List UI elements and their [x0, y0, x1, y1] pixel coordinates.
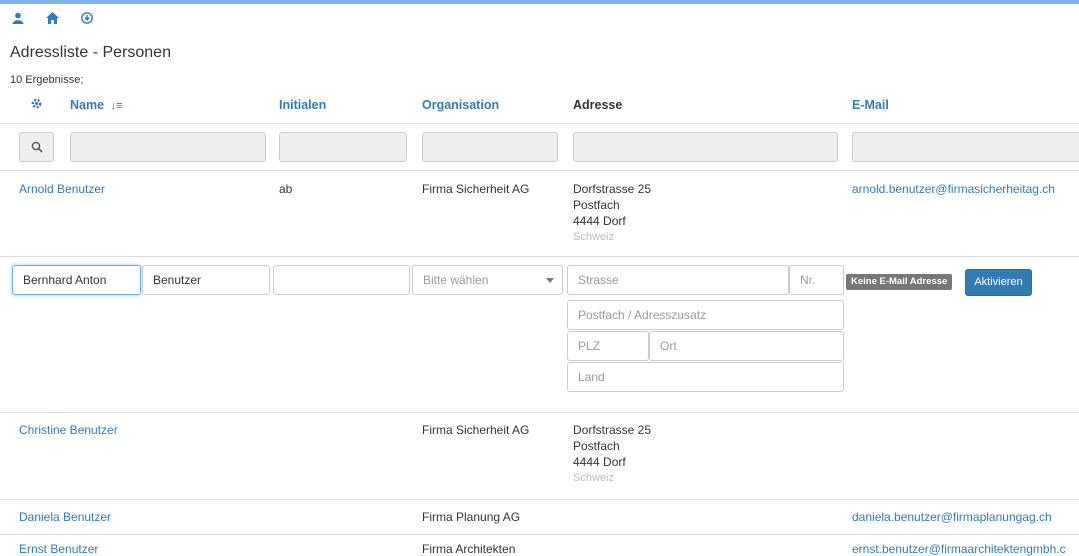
- home-icon[interactable]: [46, 12, 59, 27]
- row-name-link[interactable]: Daniela Benutzer: [19, 509, 111, 525]
- row-email-link[interactable]: arnold.benutzer@firmasicherheitag.ch: [852, 181, 1055, 197]
- row-organisation: Firma Sicherheit AG: [422, 182, 530, 196]
- filter-address-input[interactable]: [573, 132, 838, 162]
- address-line: Postfach: [573, 439, 620, 453]
- address-list-panel: Adressliste - Personen 10 Ergebnisse; Na…: [0, 4, 1079, 556]
- postbox-input[interactable]: Postfach / Adresszusatz: [567, 300, 844, 330]
- row-email-link[interactable]: ernst.benutzer@firmaarchitektengmbh.c: [852, 541, 1066, 556]
- organisation-select-placeholder: Bitte wählen: [423, 273, 489, 287]
- column-header-name[interactable]: Name ↓≡: [70, 98, 122, 112]
- address-line: 4444 Dorf: [573, 214, 626, 228]
- address-line: Dorfstrasse 25: [573, 423, 652, 437]
- search-button[interactable]: [19, 132, 54, 162]
- row-organisation: Firma Planung AG: [422, 510, 521, 524]
- column-header-initials[interactable]: Initialen: [279, 98, 326, 112]
- column-header-name-label: Name: [70, 98, 105, 112]
- row-name-link[interactable]: Ernst Benutzer: [19, 541, 98, 556]
- header-divider: [0, 123, 1079, 124]
- address-line: Schweiz: [573, 472, 614, 484]
- row-name-link[interactable]: Christine Benutzer: [19, 422, 118, 438]
- row-divider: [0, 534, 1079, 535]
- top-toolbar: [12, 12, 93, 27]
- organisation-select[interactable]: Bitte wählen: [412, 265, 563, 295]
- row-organisation: Firma Sicherheit AG: [422, 423, 530, 437]
- row-initials: ab: [279, 182, 293, 196]
- search-icon: [31, 141, 43, 153]
- gear-icon[interactable]: [30, 97, 43, 113]
- filter-name-input[interactable]: [70, 132, 266, 162]
- user-icon[interactable]: [12, 12, 24, 27]
- city-input[interactable]: Ort: [649, 331, 844, 361]
- address-line: Postfach: [573, 198, 620, 212]
- row-email-link[interactable]: daniela.benutzer@firmaplanungag.ch: [852, 509, 1052, 525]
- no-email-badge: Keine E-Mail Adresse: [846, 274, 953, 290]
- download-icon[interactable]: [81, 12, 93, 27]
- address-line: Schweiz: [573, 231, 614, 243]
- row-organisation: Firma Architekten: [422, 542, 516, 556]
- street-input[interactable]: Strasse: [567, 265, 789, 295]
- firstname-input[interactable]: Bernhard Anton: [12, 265, 141, 295]
- row-divider: [0, 412, 1079, 413]
- address-line: 4444 Dorf: [573, 455, 626, 469]
- column-header-email[interactable]: E-Mail: [852, 98, 889, 112]
- page-title: Adressliste - Personen: [10, 44, 171, 61]
- sort-icon[interactable]: ↓≡: [111, 100, 123, 112]
- row-address: Dorfstrasse 25 Postfach 4444 Dorf Schwei…: [573, 181, 651, 245]
- row-address: Dorfstrasse 25 Postfach 4444 Dorf Schwei…: [573, 422, 651, 486]
- address-line: Dorfstrasse 25: [573, 182, 652, 196]
- chevron-down-icon: [546, 278, 554, 283]
- activate-button[interactable]: Aktivieren: [965, 269, 1032, 296]
- house-number-input[interactable]: Nr.: [789, 265, 844, 295]
- country-input[interactable]: Land: [567, 362, 844, 392]
- lastname-input[interactable]: Benutzer: [142, 265, 270, 295]
- initials-input[interactable]: [273, 265, 410, 295]
- filter-initials-input[interactable]: [279, 132, 407, 162]
- row-divider: [0, 499, 1079, 500]
- filter-organisation-input[interactable]: [422, 132, 558, 162]
- column-header-address: Adresse: [573, 98, 623, 112]
- column-header-organisation[interactable]: Organisation: [422, 98, 499, 112]
- results-count: 10 Ergebnisse;: [10, 74, 84, 86]
- row-divider: [0, 170, 1079, 171]
- filter-email-input[interactable]: [852, 132, 1079, 162]
- row-name-link[interactable]: Arnold Benutzer: [19, 181, 105, 197]
- plz-input[interactable]: PLZ: [567, 331, 649, 361]
- row-divider: [0, 256, 1079, 257]
